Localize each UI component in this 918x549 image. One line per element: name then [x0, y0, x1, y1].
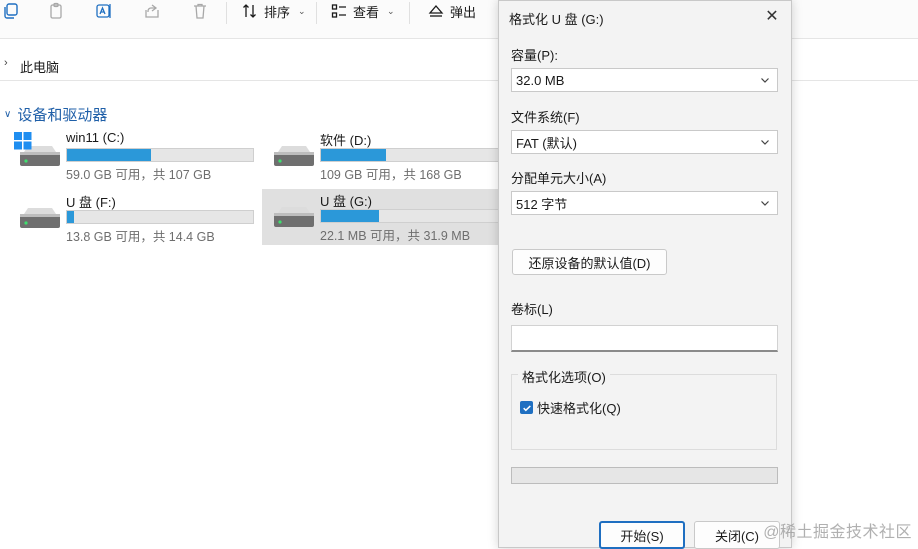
rename-icon[interactable] [93, 0, 115, 22]
sort-icon [243, 4, 256, 18]
restore-defaults-button[interactable]: 还原设备的默认值(D) [512, 249, 667, 275]
checkmark-icon [522, 404, 531, 411]
drive-usage-bar [66, 210, 254, 224]
drive-usage-fill [321, 149, 387, 161]
capacity-select[interactable]: 32.0 MB [511, 68, 778, 92]
share-icon[interactable] [141, 0, 163, 22]
quick-format-label: 快速格式化(Q) [537, 401, 621, 416]
allocation-size-select[interactable]: 512 字节 [511, 191, 778, 215]
view-button[interactable]: 查看 ⌄ [331, 0, 395, 22]
capacity-value: 32.0 MB [516, 72, 565, 88]
drive-item-c[interactable]: win11 (C:) 59.0 GB 可用，共 107 GB [8, 128, 254, 184]
filesystem-value: FAT (默认) [516, 135, 577, 151]
watermark: @稀土掘金技术社区 [763, 524, 912, 541]
sort-label: 排序 [264, 4, 291, 20]
filesystem-select[interactable]: FAT (默认) [511, 130, 778, 154]
delete-icon[interactable] [189, 0, 211, 22]
chevron-down-icon: ∨ [4, 109, 12, 120]
close-icon[interactable]: ✕ [763, 7, 781, 25]
eject-button[interactable]: 弹出 [428, 0, 476, 22]
capacity-label: 容量(P): [511, 48, 558, 63]
chevron-down-icon: ⌄ [298, 5, 306, 16]
chevron-down-icon: ⌄ [387, 5, 395, 16]
view-label: 查看 [353, 4, 380, 20]
windows-logo-icon [14, 132, 32, 150]
drive-usage-bar [320, 148, 508, 162]
section-title: 设备和驱动器 [17, 107, 108, 124]
drive-item-f[interactable]: U 盘 (F:) 13.8 GB 可用，共 14.4 GB [8, 190, 254, 246]
eject-icon [428, 5, 444, 17]
section-header-devices[interactable]: ∨ 设备和驱动器 [4, 104, 107, 125]
drive-name: U 盘 (F:) [66, 195, 116, 210]
filesystem-label: 文件系统(F) [511, 110, 580, 125]
drive-icon [274, 207, 314, 227]
copy-icon[interactable] [0, 0, 22, 22]
view-icon [331, 4, 346, 18]
volume-label-label: 卷标(L) [511, 302, 553, 317]
drive-space-info: 22.1 MB 可用，共 31.9 MB [320, 229, 471, 243]
drive-name: win11 (C:) [66, 130, 125, 145]
drive-item-d[interactable]: 软件 (D:) 109 GB 可用，共 168 GB [262, 128, 508, 184]
drive-space-info: 109 GB 可用，共 168 GB [320, 168, 462, 182]
start-button[interactable]: 开始(S) [599, 521, 685, 549]
format-dialog: 格式化 U 盘 (G:) ✕ 容量(P): 32.0 MB 文件系统(F) FA… [498, 0, 792, 549]
sort-button[interactable]: 排序 ⌄ [242, 0, 306, 22]
drive-space-info: 13.8 GB 可用，共 14.4 GB [66, 230, 215, 244]
drive-space-info: 59.0 GB 可用，共 107 GB [66, 168, 212, 182]
allocation-size-label: 分配单元大小(A) [511, 171, 607, 186]
chevron-down-icon [761, 201, 769, 206]
toolbar-divider [409, 2, 410, 24]
chevron-right-icon[interactable]: › [4, 57, 8, 69]
breadcrumb-this-pc[interactable]: 此电脑 [20, 57, 59, 76]
drive-usage-fill [321, 210, 379, 222]
toolbar-divider [316, 2, 317, 24]
drive-usage-bar [66, 148, 254, 162]
quick-format-option[interactable]: 快速格式化(Q) [520, 398, 621, 417]
toolbar-divider [226, 2, 227, 24]
format-options-group: 格式化选项(O) 快速格式化(Q) [511, 367, 777, 450]
format-options-title: 格式化选项(O) [518, 367, 610, 386]
drive-name: U 盘 (G:) [320, 194, 372, 209]
drive-item-g[interactable]: U 盘 (G:) 22.1 MB 可用，共 31.9 MB [262, 189, 508, 245]
allocation-size-value: 512 字节 [516, 196, 568, 212]
paste-icon[interactable] [45, 0, 67, 22]
chevron-down-icon [761, 140, 769, 145]
dialog-title: 格式化 U 盘 (G:) [509, 12, 604, 27]
quick-format-checkbox[interactable] [520, 401, 533, 414]
drive-icon [274, 146, 314, 166]
drive-usage-fill [67, 211, 75, 223]
drive-icon [20, 208, 60, 228]
drive-name: 软件 (D:) [320, 133, 372, 148]
drive-usage-fill [67, 149, 151, 161]
volume-label-input[interactable] [511, 325, 778, 352]
format-progress-bar [511, 467, 778, 484]
eject-label: 弹出 [450, 4, 477, 20]
chevron-down-icon [761, 78, 769, 83]
drive-usage-bar [320, 209, 508, 223]
